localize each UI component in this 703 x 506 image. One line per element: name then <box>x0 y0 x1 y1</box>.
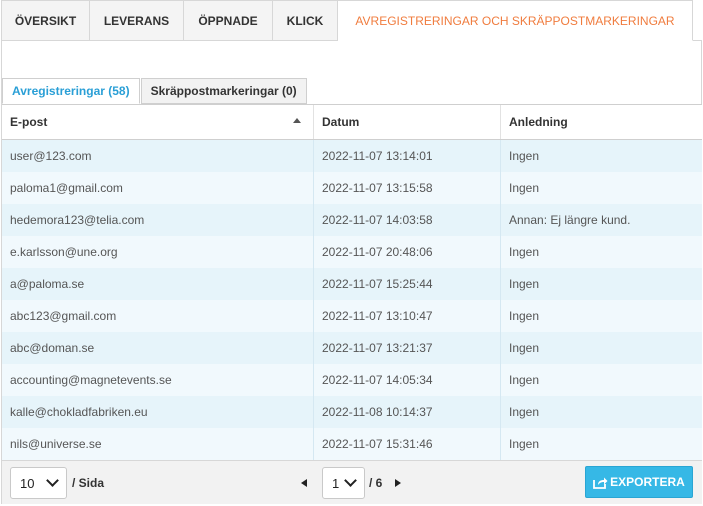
cell-email: nils@universe.se <box>2 428 314 460</box>
subtab-skrappost[interactable]: Skräppostmarkeringar (0) <box>140 78 307 104</box>
cell-email: e.karlsson@une.org <box>2 236 314 268</box>
cell-date: 2022-11-07 13:15:58 <box>314 172 501 204</box>
page-select[interactable]: 1 <box>322 467 365 499</box>
tab-klick[interactable]: KLICK <box>273 0 338 41</box>
column-header-email[interactable]: E-post <box>2 105 314 139</box>
cell-reason: Ingen <box>509 341 540 355</box>
cell-reason: Ingen <box>509 309 540 323</box>
cell-email: paloma1@gmail.com <box>2 172 314 204</box>
cell-email: abc123@gmail.com <box>2 300 314 332</box>
export-button[interactable]: EXPORTERA <box>585 466 693 498</box>
table-row[interactable]: paloma1@gmail.com 2022-11-07 13:15:58 Inge… <box>2 172 702 204</box>
cell-reason: Ingen <box>509 277 540 291</box>
table-header: E-post Datum Anledning <box>2 105 702 140</box>
table-row[interactable]: e.karlsson@une.org 2022-11-07 20:48:06 Ing… <box>2 236 702 268</box>
table-row[interactable]: accounting@magnetevents.se 2022-11-07 14:… <box>2 364 702 396</box>
column-header-label: E-post <box>10 115 48 129</box>
column-header-date[interactable]: Datum <box>314 105 501 139</box>
unsubscribe-table: E-post Datum Anledning user@123.com 2022-… <box>2 104 702 460</box>
column-header-reason[interactable]: Anledning <box>501 105 702 139</box>
cell-reason: Annan: Ej längre kund. <box>509 213 631 227</box>
prev-page-icon[interactable] <box>301 479 307 487</box>
table-row[interactable]: nils@universe.se 2022-11-07 15:31:46 Ingen <box>2 428 702 460</box>
chevron-down-icon <box>46 474 59 487</box>
cell-date: 2022-11-07 14:03:58 <box>314 204 501 236</box>
column-header-label: Anledning <box>509 115 568 129</box>
page-size-select[interactable]: 10 <box>10 467 67 499</box>
chevron-down-icon <box>344 474 357 487</box>
total-pages-label: / 6 <box>369 476 383 490</box>
cell-reason: Ingen <box>509 245 540 259</box>
cell-email: a@paloma.se <box>2 268 314 300</box>
table-row[interactable]: kalle@chokladfabriken.eu 2022-11-08 10:14… <box>2 396 702 428</box>
cell-reason: Ingen <box>509 405 540 419</box>
cell-date: 2022-11-07 13:10:47 <box>314 300 501 332</box>
cell-date: 2022-11-07 15:31:46 <box>314 428 501 460</box>
tab-bar: ÖVERSIKT LEVERANS ÖPPNADE KLICK AVREGIST… <box>1 0 702 41</box>
column-header-label: Datum <box>322 115 360 129</box>
cell-email: hedemora123@telia.com <box>2 204 314 236</box>
table-row[interactable]: a@paloma.se 2022-11-07 15:25:44 Ingen <box>2 268 702 300</box>
cell-email: abc@doman.se <box>2 332 314 364</box>
cell-date: 2022-11-08 10:14:37 <box>314 396 501 428</box>
table-row[interactable]: abc123@gmail.com 2022-11-07 13:10:47 Ingen <box>2 300 702 332</box>
table-footer: 10 / Sida 1 / 6 EXPORTERA <box>2 460 702 504</box>
cell-email: user@123.com <box>2 140 314 172</box>
tab-oversikt[interactable]: ÖVERSIKT <box>1 0 90 41</box>
cell-reason: Ingen <box>509 437 540 451</box>
table-row[interactable]: hedemora123@telia.com 2022-11-07 14:03:58… <box>2 204 702 236</box>
cell-date: 2022-11-07 13:14:01 <box>314 140 501 172</box>
table-row[interactable]: abc@doman.se 2022-11-07 13:21:37 Ingen <box>2 332 702 364</box>
next-page-icon[interactable] <box>395 479 401 487</box>
subtab-avregistreringar[interactable]: Avregistreringar (58) <box>2 78 140 104</box>
tab-avregistreringar[interactable]: AVREGISTRERINGAR OCH SKRÄPPOSTMARKERINGA… <box>338 0 693 41</box>
table-body: user@123.com 2022-11-07 13:14:01 Ingen palo… <box>2 140 702 460</box>
cell-date: 2022-11-07 20:48:06 <box>314 236 501 268</box>
cell-reason: Ingen <box>509 181 540 195</box>
sub-tab-bar: Avregistreringar (58) Skräppostmarkering… <box>2 78 307 104</box>
export-label: EXPORTERA <box>610 475 685 489</box>
cell-email: accounting@magnetevents.se <box>2 364 314 396</box>
cell-reason: Ingen <box>509 373 540 387</box>
cell-date: 2022-11-07 14:05:34 <box>314 364 501 396</box>
export-icon <box>593 477 608 489</box>
tab-oppnade[interactable]: ÖPPNADE <box>184 0 273 41</box>
cell-date: 2022-11-07 13:21:37 <box>314 332 501 364</box>
cell-email: kalle@chokladfabriken.eu <box>2 396 314 428</box>
page-size-label: / Sida <box>72 476 105 490</box>
table-row[interactable]: user@123.com 2022-11-07 13:14:01 Ingen <box>2 140 702 172</box>
cell-reason: Ingen <box>509 149 540 163</box>
tab-leverans[interactable]: LEVERANS <box>90 0 184 41</box>
cell-date: 2022-11-07 15:25:44 <box>314 268 501 300</box>
page-value: 1 <box>332 475 340 491</box>
page-size-value: 10 <box>20 475 35 491</box>
sort-ascending-icon[interactable] <box>293 118 301 123</box>
